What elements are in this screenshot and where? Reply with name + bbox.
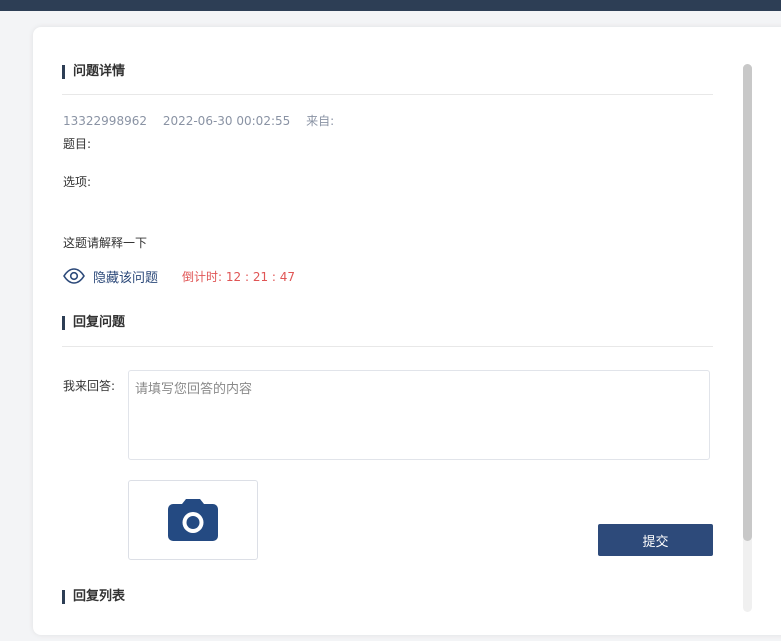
section-title-question-detail: 问题详情 [62,64,125,80]
image-upload-button[interactable] [128,480,258,560]
hide-question-row: 隐藏该问题 倒计时: 12 : 21 : 47 [63,267,296,286]
top-header-bar [0,0,781,11]
hide-question-link[interactable]: 隐藏该问题 [93,267,158,286]
divider [62,346,713,347]
eye-icon[interactable] [63,268,85,284]
question-card: 问题详情 13322998962 2022-06-30 00:02:55 来自:… [33,27,781,635]
submit-button[interactable]: 提交 [598,524,713,556]
section-title-reply-list: 回复列表 [62,589,125,605]
question-content: 这题请解释一下 [63,236,148,250]
scrollbar-thumb[interactable] [743,64,752,541]
asker-phone: 13322998962 [63,114,147,128]
scrollbar-track[interactable] [743,64,752,612]
question-source-label: 来自: [306,114,335,128]
answer-label: 我来回答: [63,379,116,393]
countdown-timer: 倒计时: 12 : 21 : 47 [182,269,296,284]
options-label: 选项: [63,175,92,189]
divider [62,94,713,95]
question-meta: 13322998962 2022-06-30 00:02:55 来自: [63,112,346,129]
answer-input[interactable] [128,370,710,460]
subject-label: 题目: [63,137,92,151]
camera-icon [168,499,218,541]
question-datetime: 2022-06-30 00:02:55 [162,114,291,128]
section-title-reply: 回复问题 [62,315,125,331]
